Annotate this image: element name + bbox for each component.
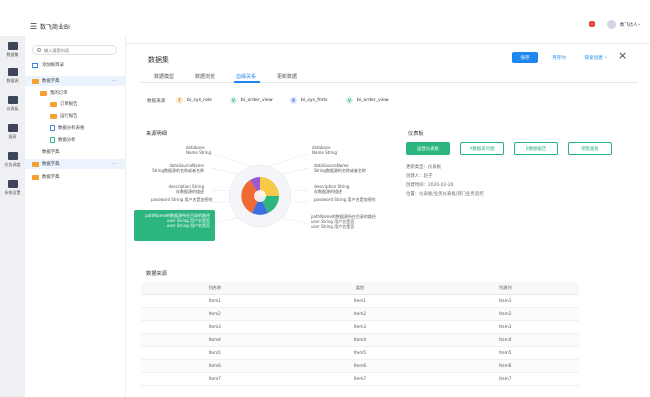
table-row[interactable]: Item2 Item2 Item2 xyxy=(141,307,579,321)
tree-item[interactable]: 数据分析 xyxy=(50,135,76,145)
menu-icon[interactable]: ☰ xyxy=(30,22,37,31)
view-type-icon: V xyxy=(346,97,353,104)
dashboard-meta: 创建时间：2020-02-20 xyxy=(406,183,454,188)
close-icon[interactable]: × xyxy=(618,50,627,61)
table-row[interactable]: Item7 Item7 Item7 xyxy=(141,372,579,386)
tab-data-model[interactable]: 数据模型 xyxy=(154,73,174,80)
folder-icon xyxy=(32,78,39,84)
column-header[interactable]: 列名称 xyxy=(141,282,289,295)
table-type-icon: T xyxy=(176,97,183,104)
dashboard-button[interactable]: 运营仪表板 xyxy=(406,142,450,155)
chart-file-icon xyxy=(50,137,55,143)
tab-divider xyxy=(140,82,638,83)
save-button[interactable]: 保存 xyxy=(512,52,538,63)
source-item[interactable]: Xbi_sys_fmts xyxy=(290,97,328,104)
app-title: 数飞商业BI xyxy=(40,24,70,31)
notification-icon[interactable] xyxy=(589,21,595,27)
nav-item-dashboard[interactable]: 仪表板 xyxy=(0,96,25,112)
chevron-down-icon[interactable]: ⌄ xyxy=(637,21,641,27)
save-as-button[interactable]: 另存为 xyxy=(546,52,572,63)
dashboard-meta: 位置：仪表板/业务仪表板/部门业务监控 xyxy=(406,192,484,197)
lineage-left-field: dataSourceName String数据源的名称或者名称 xyxy=(152,163,204,173)
tree-item[interactable]: 数据字典 ··· xyxy=(25,159,125,169)
lineage-right-field: description String 存数据源的描述 xyxy=(314,184,350,194)
excel-type-icon: X xyxy=(290,97,297,104)
source-item[interactable]: Tbi_sys_role xyxy=(176,97,212,104)
table-header-row: 列名称 类别 列源列 xyxy=(141,282,579,295)
active-tab-underline xyxy=(234,81,260,83)
lineage-left-field: pathName的数据源所在目录的路径 user String 用户名是否 user… xyxy=(145,213,210,228)
folder-icon xyxy=(50,113,57,119)
table-row[interactable]: Item6 Item6 Item6 xyxy=(141,359,579,373)
nav-item-settings[interactable]: 系统设置 xyxy=(0,180,25,196)
dashboard-meta: 创建人：赵子 xyxy=(406,174,433,179)
lineage-right-field: password String 用户名是加密的 xyxy=(314,197,376,202)
column-header[interactable]: 类别 xyxy=(288,282,432,295)
chevron-down-icon: ⌄ xyxy=(603,55,608,60)
lineage-left-field: database Name String xyxy=(186,145,212,155)
page-title: 数据集 xyxy=(148,56,169,64)
task-icon xyxy=(7,152,18,160)
nav-item-dataset[interactable]: 数据集 xyxy=(0,42,25,58)
table-section-title: 数据来源 xyxy=(146,271,167,277)
sources-label: 数据来源 xyxy=(147,99,166,104)
more-icon[interactable]: ··· xyxy=(112,161,117,167)
search-box[interactable] xyxy=(32,45,117,55)
table-row[interactable]: Item5 Item5 Item5 xyxy=(141,346,579,360)
nav-item-report[interactable]: 报表 xyxy=(0,124,25,140)
search-input[interactable] xyxy=(44,47,104,53)
lineage-right-field: dataSourceName String数据源的名称或者名称 xyxy=(314,163,366,173)
dashboard-icon xyxy=(7,96,18,104)
table-row[interactable]: Item4 Item4 Item4 xyxy=(141,333,579,347)
tab-update[interactable]: 更新数据 xyxy=(277,73,297,80)
avatar[interactable] xyxy=(607,20,616,29)
table-row[interactable]: Item3 Item3 Item3 xyxy=(141,320,579,334)
source-item[interactable]: Vbi_order_view xyxy=(230,97,273,104)
folder-icon xyxy=(32,174,39,180)
lineage-title: 来源明细 xyxy=(146,131,167,137)
cube-icon xyxy=(7,68,18,76)
tree-item[interactable]: 数据字典 xyxy=(42,147,60,157)
search-icon xyxy=(37,48,41,52)
tab-lineage[interactable]: 血缘关系 xyxy=(236,73,256,80)
tree-item[interactable]: 数据字典 ··· xyxy=(25,76,125,86)
lineage-right-field: database Name String xyxy=(312,145,338,155)
data-table: 列名称 类别 列源列 Item1 Item1 Item1 Item2 Item2 Ite… xyxy=(141,282,579,386)
quick-create-button[interactable]: 快速创建 ⌄ xyxy=(580,52,612,63)
add-folder-icon xyxy=(32,62,38,68)
lineage-right-field: pathName的数据源所在目录的路径 user String 用户名是否 user… xyxy=(311,214,376,229)
lineage-center-pie xyxy=(228,164,292,228)
tree-item[interactable]: 我的订单 xyxy=(40,88,68,98)
dashboard-meta: 更新类型：仪表板 xyxy=(406,165,442,170)
user-name[interactable]: 数飞达人 xyxy=(620,22,638,28)
column-header[interactable]: 列源列 xyxy=(431,282,579,295)
view-type-icon: V xyxy=(230,97,237,104)
dashboard-button[interactable]: 销售面板 xyxy=(568,142,612,155)
dashboard-button[interactable]: A数据表列图 xyxy=(460,142,504,155)
lineage-left-field: description String 存数据源的描述 xyxy=(168,184,204,194)
table-row[interactable]: Item1 Item1 Item1 xyxy=(141,294,579,308)
add-root-button[interactable]: 添加根目录 xyxy=(32,60,64,70)
table-file-icon xyxy=(50,125,55,131)
tree-item[interactable]: 订单报告 xyxy=(50,99,78,109)
lineage-left-field: password String 用户名是加密的 xyxy=(151,197,213,202)
folder-icon xyxy=(50,101,57,107)
more-icon[interactable]: ··· xyxy=(112,78,117,84)
tree-item[interactable]: 运行报告 xyxy=(50,111,78,121)
folder-icon xyxy=(40,90,47,96)
database-icon xyxy=(7,42,18,50)
settings-icon xyxy=(7,180,18,188)
bar-chart-icon xyxy=(7,124,18,132)
source-item[interactable]: Vbi_order_view xyxy=(346,97,389,104)
folder-icon xyxy=(32,161,39,167)
dashboard-section-title: 仪表板 xyxy=(408,131,424,137)
left-nav: 数据集 数据源 仪表板 报表 任务调度 系统设置 xyxy=(0,36,25,397)
folder-tree-panel: 添加根目录 数据字典··· 我的订单 订单报告 运行报告 数据分析表格 数据分析… xyxy=(25,36,126,397)
tab-data-preview[interactable]: 数据浏览 xyxy=(195,73,215,80)
nav-item-task[interactable]: 任务调度 xyxy=(0,152,25,168)
tree-item[interactable]: 数据字典 xyxy=(32,172,60,182)
tree-item[interactable]: 数据分析表格 xyxy=(50,123,84,133)
dashboard-button[interactable]: B数据报告 xyxy=(514,142,558,155)
nav-item-datasource[interactable]: 数据源 xyxy=(0,68,25,84)
